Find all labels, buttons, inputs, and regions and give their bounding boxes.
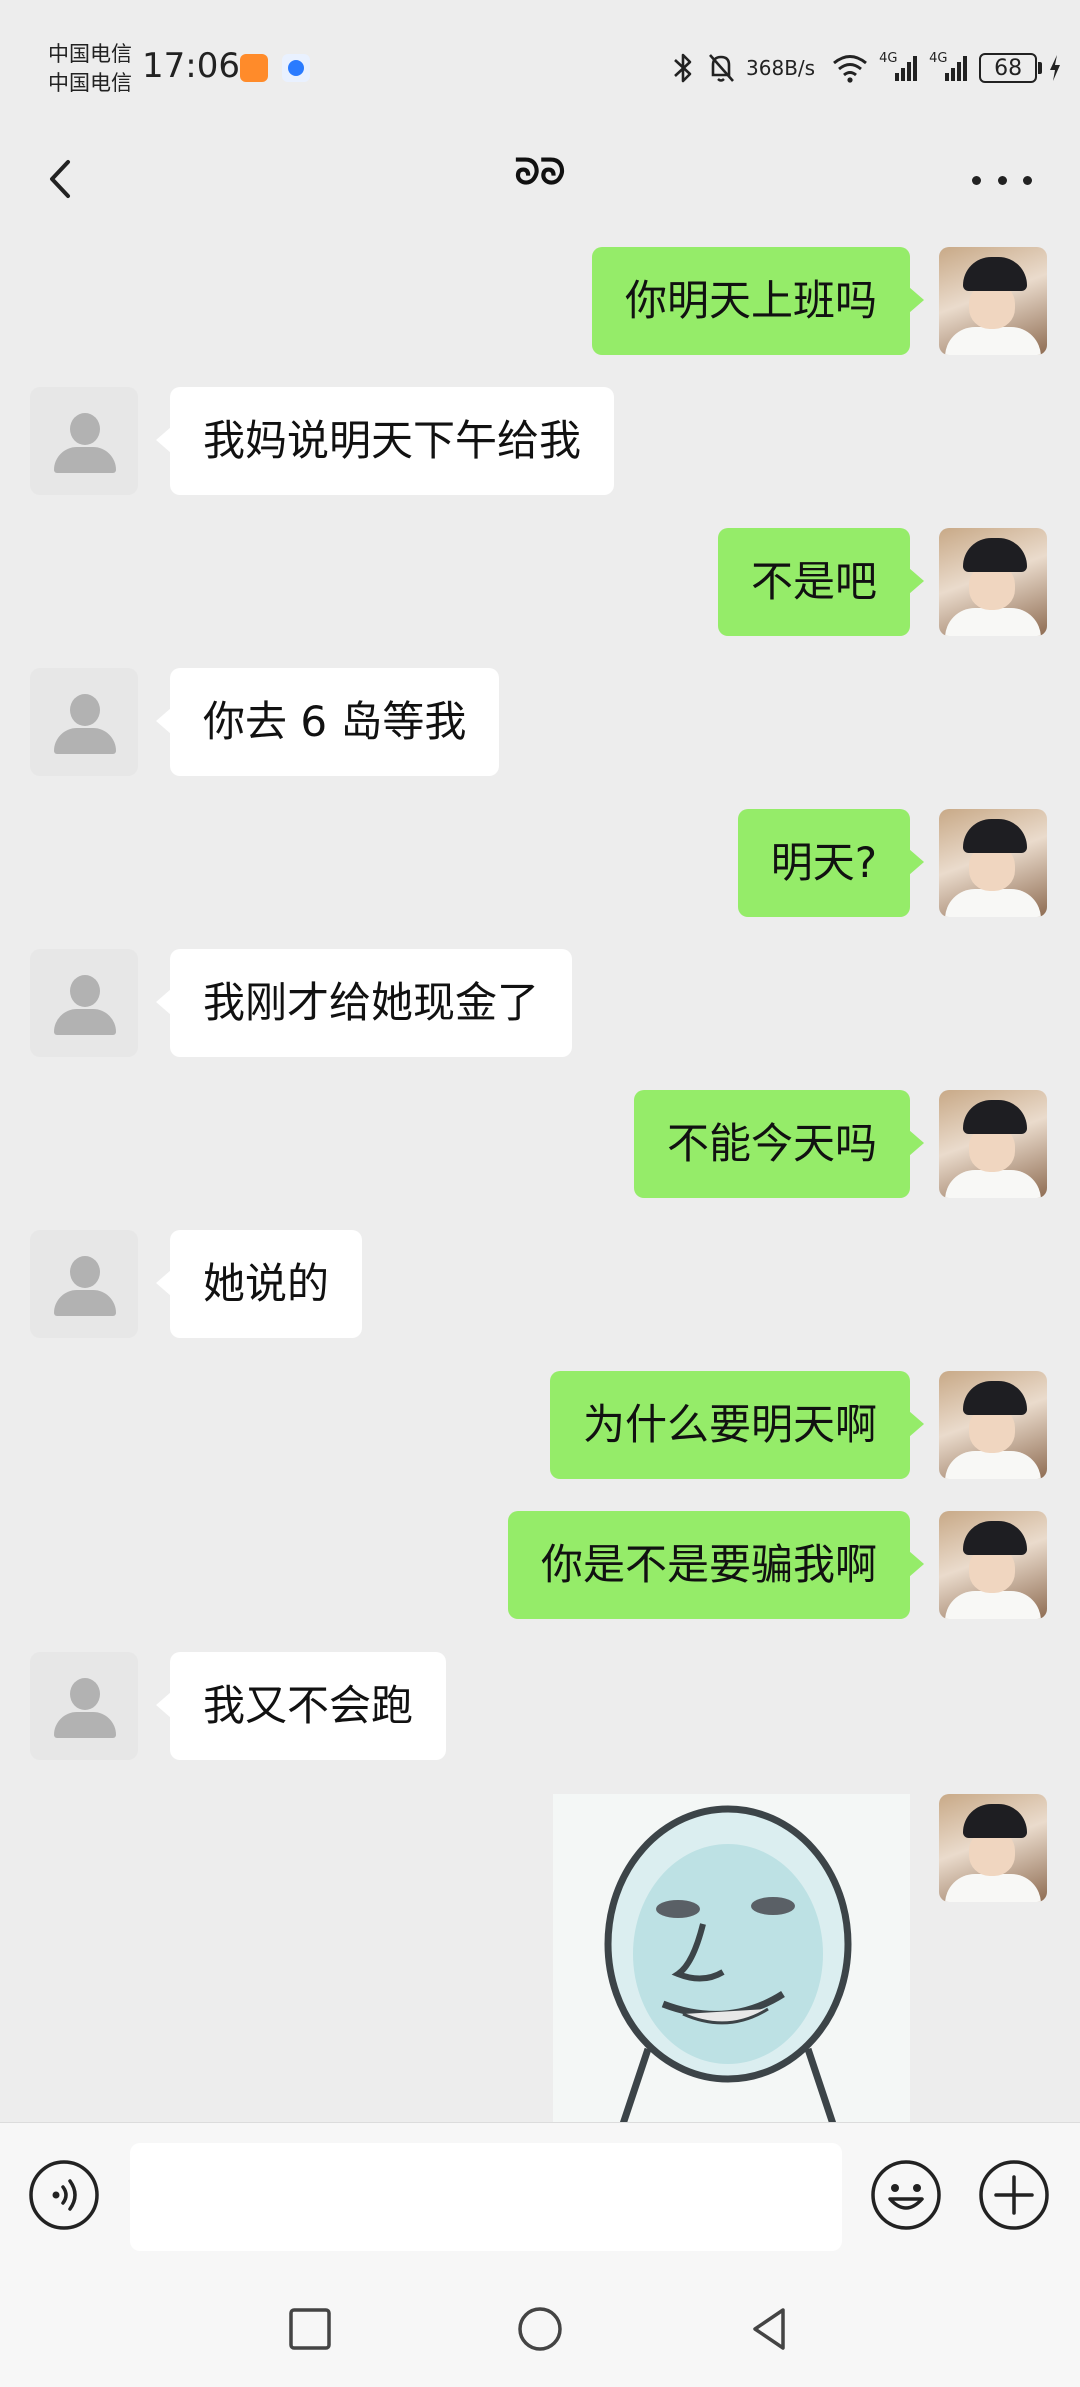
voice-button[interactable] [28, 2159, 100, 2231]
chat-header: ᘐᘐ [0, 132, 1080, 232]
more-icon [972, 175, 981, 185]
net-speed: 368 B/s [746, 56, 816, 80]
message-bubble-sent[interactable]: 为什么要明天啊 [549, 1371, 925, 1479]
battery-indicator: 68 [979, 53, 1043, 83]
status-bar: 中国电信 中国电信 17:06 368 B/s 4G 4G 68 [0, 0, 1080, 132]
contact-avatar[interactable] [30, 1652, 138, 1760]
bluetooth-icon [670, 51, 696, 85]
message-bubble-sent[interactable]: 你是不是要骗我啊 [507, 1511, 925, 1619]
my-avatar[interactable] [939, 1371, 1047, 1479]
wifi-icon [831, 53, 869, 83]
message-bubble-sent[interactable]: 不是吧 [717, 528, 925, 636]
contact-avatar[interactable] [30, 387, 138, 495]
app-notification-icon-2 [282, 54, 310, 82]
system-navigation-bar [0, 2270, 1080, 2387]
app-notification-icon [240, 54, 268, 82]
message-bubble-received[interactable]: 她说的 [155, 1230, 363, 1338]
message-list[interactable]: 你明天上班吗 我妈说明天下午给我 不是吧 你去 6 岛等我 明天? 我刚才给她现… [0, 232, 1080, 2122]
message-bubble-sent[interactable]: 你明天上班吗 [591, 247, 925, 355]
contact-avatar[interactable] [30, 949, 138, 1057]
plus-icon [979, 2160, 1049, 2230]
message-bubble-received[interactable]: 我刚才给她现金了 [155, 949, 573, 1057]
status-icons: 368 B/s 4G 4G 68 [660, 44, 1063, 92]
status-time: 17:06 [142, 46, 240, 86]
message-bubble-received[interactable]: 我妈说明天下午给我 [155, 387, 615, 495]
more-functions-button[interactable] [978, 2159, 1050, 2231]
message-bubble-sent[interactable]: 不能今天吗 [633, 1090, 925, 1198]
contact-avatar[interactable] [30, 1230, 138, 1338]
circle-icon [518, 2307, 562, 2351]
my-avatar[interactable] [939, 1090, 1047, 1198]
my-avatar[interactable] [939, 1794, 1047, 1902]
my-avatar[interactable] [939, 1511, 1047, 1619]
signal-icon-1: 4G [879, 51, 919, 83]
chat-title: ᘐᘐ [514, 152, 566, 193]
my-avatar[interactable] [939, 247, 1047, 355]
contact-avatar[interactable] [30, 668, 138, 776]
home-button[interactable] [515, 2304, 565, 2354]
message-bubble-sent[interactable]: 明天? [737, 809, 925, 917]
message-bubble-received[interactable]: 我又不会跑 [155, 1652, 447, 1760]
emoji-button[interactable] [870, 2159, 942, 2231]
triangle-back-icon [753, 2308, 785, 2350]
message-bubble-received[interactable]: 你去 6 岛等我 [155, 668, 500, 776]
voice-icon [29, 2160, 99, 2230]
carrier-1: 中国电信 [48, 42, 132, 66]
charging-icon [1047, 53, 1063, 83]
recents-button[interactable] [285, 2304, 335, 2354]
input-bar [0, 2122, 1080, 2271]
carrier-labels: 中国电信 中国电信 [48, 40, 132, 98]
square-icon [289, 2308, 331, 2350]
system-back-button[interactable] [745, 2304, 795, 2354]
my-avatar[interactable] [939, 528, 1047, 636]
more-button[interactable] [972, 160, 1032, 200]
signal-icon-2: 4G [929, 51, 969, 83]
sticker-image[interactable] [553, 1794, 910, 2122]
carrier-2: 中国电信 [48, 71, 132, 95]
emoji-icon [871, 2160, 941, 2230]
message-input[interactable] [130, 2143, 842, 2251]
mute-bell-icon [706, 51, 736, 85]
my-avatar[interactable] [939, 809, 1047, 917]
